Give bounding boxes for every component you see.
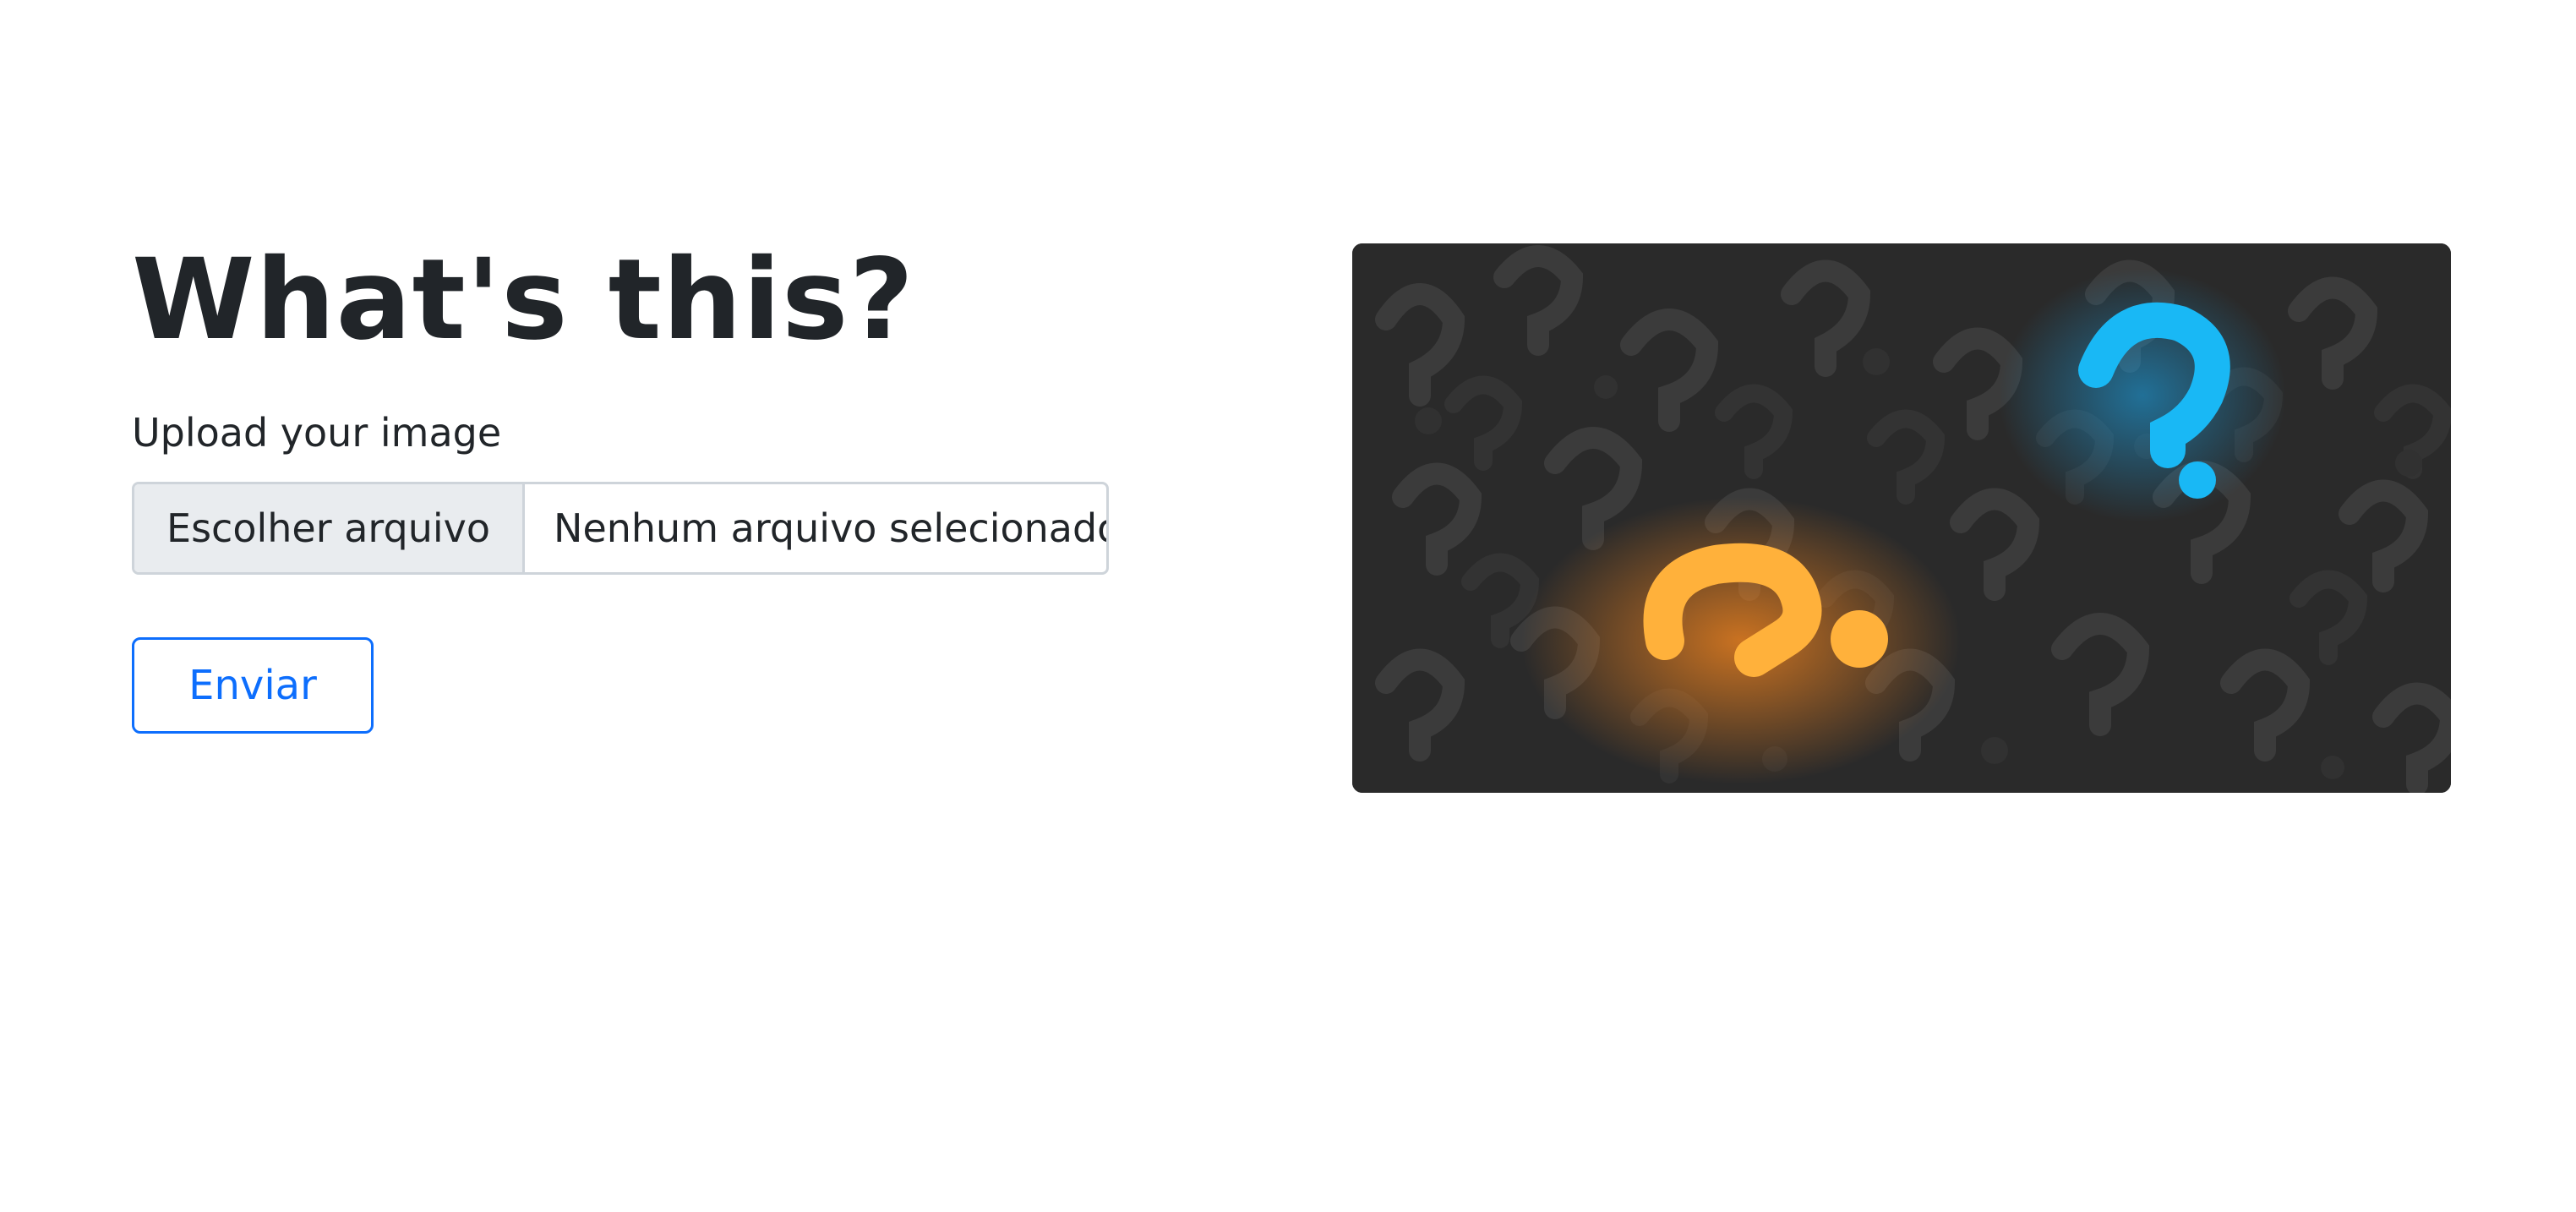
- submit-button[interactable]: Enviar: [132, 637, 374, 734]
- file-input[interactable]: Escolher arquivo Nenhum arquivo selecion…: [132, 482, 1109, 575]
- question-marks-illustration: [1352, 243, 2451, 793]
- file-status-text: Nenhum arquivo selecionado: [554, 505, 1109, 551]
- choose-file-button[interactable]: Escolher arquivo: [134, 484, 526, 572]
- upload-form: What's this? Upload your image Escolher …: [132, 228, 1146, 734]
- page-title: What's this?: [132, 235, 915, 365]
- page: What's this? Upload your image Escolher …: [0, 0, 2576, 1212]
- upload-label: Upload your image: [132, 410, 502, 456]
- question-marks-image: [1352, 243, 2451, 793]
